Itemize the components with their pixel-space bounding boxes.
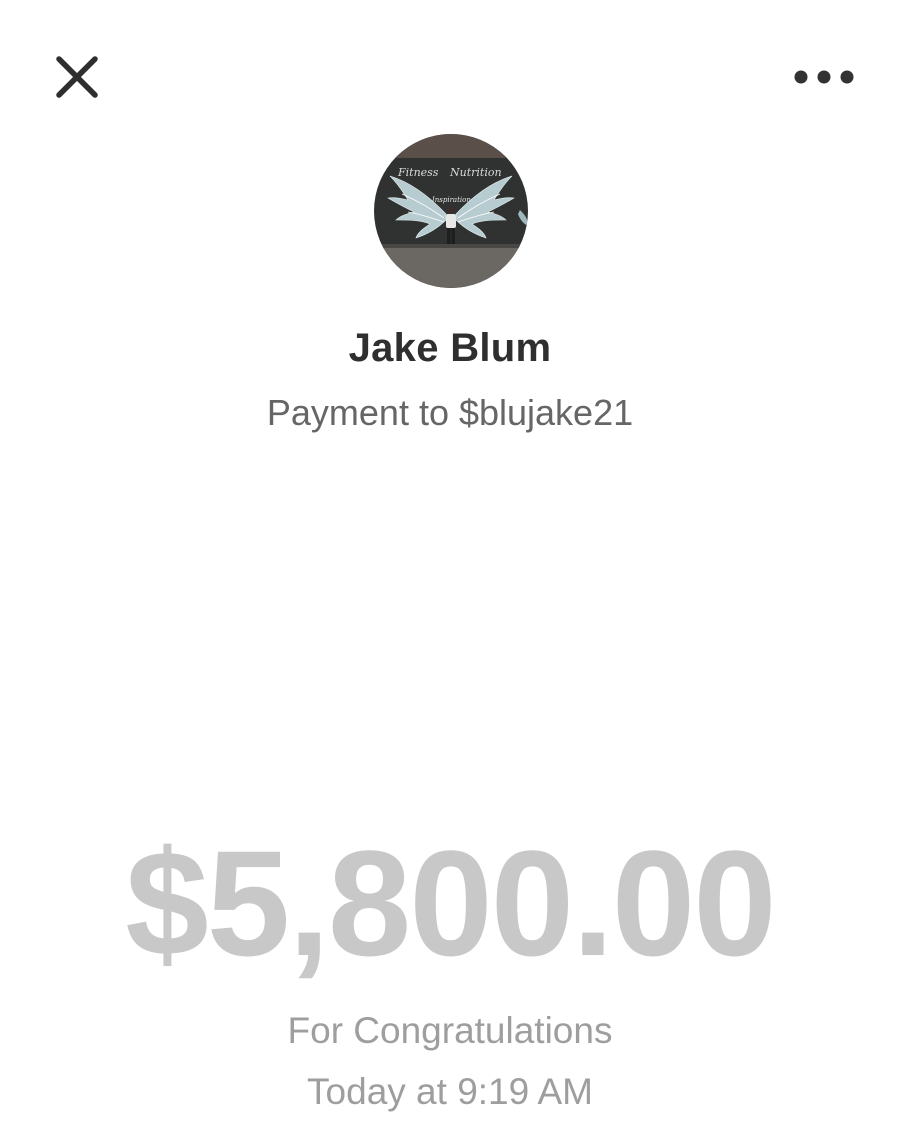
payment-timestamp: Today at 9:19 AM: [307, 1071, 593, 1112]
payment-note: For Congratulations: [287, 1010, 613, 1051]
more-options-button[interactable]: [788, 56, 860, 98]
more-horizontal-icon: [794, 70, 854, 84]
avatar-text-top: Fitness: [397, 166, 439, 179]
payment-recipient-line: Payment to $blujake21: [266, 392, 634, 433]
close-button[interactable]: [46, 46, 108, 108]
avatar-photo: Fitness Nutrition Inspiration: [374, 134, 528, 288]
avatar-text-mid: Nutrition: [449, 166, 502, 179]
avatar-text-wings: Inspiration: [431, 196, 471, 204]
close-icon: [56, 56, 98, 98]
recipient-name: Jake Blum: [348, 326, 552, 370]
avatar[interactable]: Fitness Nutrition Inspiration: [374, 134, 528, 288]
payment-amount: $5,800.00: [125, 819, 776, 987]
